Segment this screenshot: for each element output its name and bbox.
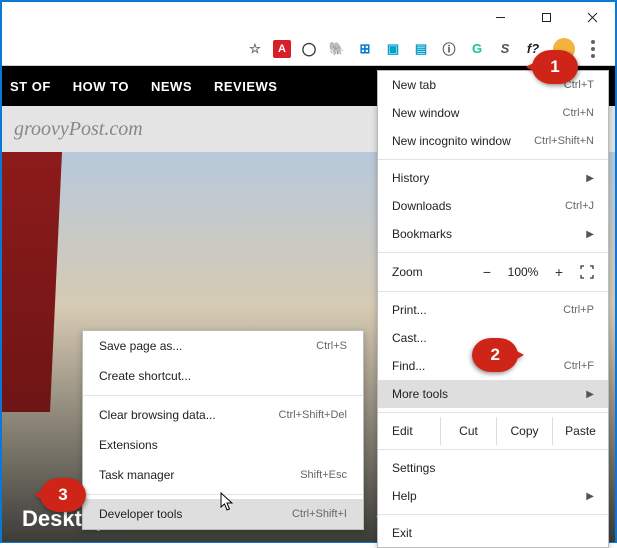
- menu-help[interactable]: Help▶: [378, 482, 608, 510]
- callout-1: 1: [532, 50, 578, 84]
- evernote-icon[interactable]: 🐘: [327, 39, 347, 59]
- zoom-in-button[interactable]: +: [544, 264, 574, 280]
- page-icon[interactable]: ▤: [411, 39, 431, 59]
- fullscreen-icon[interactable]: [574, 265, 600, 279]
- maximize-button[interactable]: [523, 2, 569, 32]
- adobe-icon[interactable]: A: [273, 40, 291, 58]
- nav-st-of[interactable]: ST OF: [10, 79, 51, 94]
- menu-print[interactable]: Print...Ctrl+P: [378, 296, 608, 324]
- menu-settings[interactable]: Settings: [378, 454, 608, 482]
- chrome-main-menu: New tabCtrl+T New windowCtrl+N New incog…: [377, 70, 609, 548]
- edit-copy-button[interactable]: Copy: [496, 417, 552, 445]
- zoom-out-button[interactable]: −: [472, 264, 502, 280]
- minimize-button[interactable]: [477, 2, 523, 32]
- windows-icon[interactable]: ⊞: [355, 39, 375, 59]
- submenu-save-page[interactable]: Save page as...Ctrl+S: [83, 331, 363, 361]
- s-icon[interactable]: S: [495, 39, 515, 59]
- chrome-menu-button[interactable]: [579, 35, 607, 63]
- edit-cut-button[interactable]: Cut: [440, 417, 496, 445]
- site-logo: groovyPost.com: [14, 118, 143, 141]
- nav-reviews[interactable]: REVIEWS: [214, 79, 277, 94]
- menu-new-window[interactable]: New windowCtrl+N: [378, 99, 608, 127]
- grammarly-icon[interactable]: G: [467, 39, 487, 59]
- submenu-extensions[interactable]: Extensions: [83, 430, 363, 460]
- edit-paste-button[interactable]: Paste: [552, 417, 608, 445]
- callout-2: 2: [472, 338, 518, 372]
- nav-news[interactable]: NEWS: [151, 79, 192, 94]
- nav-how-to[interactable]: HOW TO: [73, 79, 129, 94]
- callout-3: 3: [40, 478, 86, 512]
- chevron-right-icon: ▶: [586, 491, 594, 502]
- info-icon[interactable]: ⓘ: [439, 39, 459, 59]
- submenu-clear-data[interactable]: Clear browsing data...Ctrl+Shift+Del: [83, 400, 363, 430]
- menu-zoom: Zoom − 100% +: [378, 257, 608, 287]
- submenu-create-shortcut[interactable]: Create shortcut...: [83, 361, 363, 391]
- menu-downloads[interactable]: DownloadsCtrl+J: [378, 192, 608, 220]
- submenu-task-manager[interactable]: Task managerShift+Esc: [83, 460, 363, 490]
- menu-edit-row: Edit Cut Copy Paste: [378, 417, 608, 445]
- zoom-value: 100%: [502, 265, 544, 279]
- menu-more-tools[interactable]: More tools▶: [378, 380, 608, 408]
- save-icon[interactable]: ▣: [383, 39, 403, 59]
- chevron-right-icon: ▶: [586, 229, 594, 240]
- star-icon[interactable]: ☆: [245, 39, 265, 59]
- menu-new-incognito[interactable]: New incognito windowCtrl+Shift+N: [378, 127, 608, 155]
- chevron-right-icon: ▶: [586, 173, 594, 184]
- close-button[interactable]: [569, 2, 615, 32]
- chevron-right-icon: ▶: [586, 389, 594, 400]
- mouse-cursor-icon: [220, 492, 236, 517]
- circle-icon[interactable]: ◯: [299, 39, 319, 59]
- menu-bookmarks[interactable]: Bookmarks▶: [378, 220, 608, 248]
- menu-history[interactable]: History▶: [378, 164, 608, 192]
